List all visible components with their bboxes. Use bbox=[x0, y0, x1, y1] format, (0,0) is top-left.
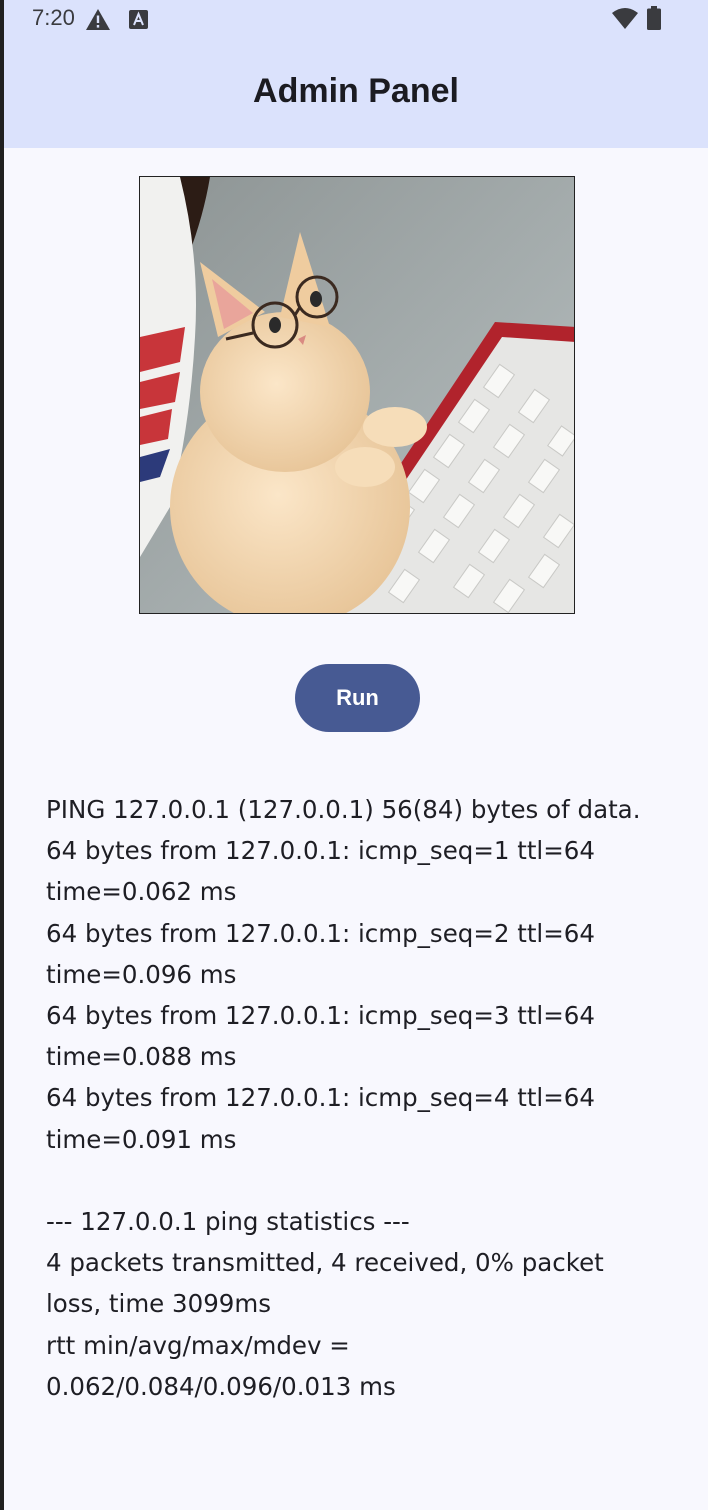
app-screen: 7:20 Admin Panel Run PING 127.0.0.1 (127… bbox=[0, 0, 708, 1510]
ping-output-text: PING 127.0.0.1 (127.0.0.1) 56(84) bytes … bbox=[46, 795, 641, 1401]
battery-icon bbox=[647, 6, 661, 30]
cat-at-keyboard-image bbox=[139, 176, 575, 614]
wifi-icon bbox=[612, 8, 638, 29]
keyboard-a-icon bbox=[129, 10, 148, 29]
top-app-bar: 7:20 Admin Panel bbox=[4, 0, 708, 148]
status-bar: 7:20 bbox=[4, 0, 708, 40]
status-time: 7:20 bbox=[32, 5, 75, 30]
run-button[interactable]: Run bbox=[295, 664, 420, 732]
page-title: Admin Panel bbox=[253, 72, 459, 110]
warning-icon bbox=[86, 9, 110, 30]
